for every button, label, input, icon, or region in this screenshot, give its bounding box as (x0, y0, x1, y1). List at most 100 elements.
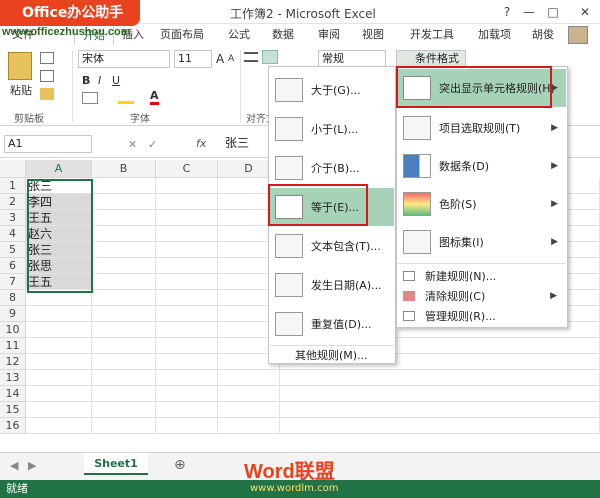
column-header[interactable]: A (26, 160, 92, 178)
add-sheet-button[interactable]: ⊕ (174, 457, 186, 473)
tab-view[interactable]: 视图 (362, 26, 384, 42)
cell[interactable] (92, 322, 156, 338)
cell[interactable] (92, 178, 156, 194)
cell[interactable] (26, 402, 92, 418)
cell[interactable] (92, 290, 156, 306)
tab-page-layout[interactable]: 页面布局 (160, 26, 204, 42)
grow-font-button[interactable]: A (216, 52, 224, 66)
tab-data[interactable]: 数据 (272, 26, 294, 42)
cell[interactable] (92, 370, 156, 386)
cell[interactable] (156, 386, 218, 402)
row-header[interactable]: 6 (0, 258, 26, 274)
row-header[interactable]: 14 (0, 386, 26, 402)
row-header[interactable]: 1 (0, 178, 26, 194)
column-header[interactable]: B (92, 160, 156, 178)
row-header[interactable]: 3 (0, 210, 26, 226)
cell[interactable] (26, 306, 92, 322)
cell[interactable] (156, 402, 218, 418)
tab-addins[interactable]: 加载项 (478, 26, 511, 42)
menu-item-greater-than[interactable]: 大于(G)... (270, 71, 394, 109)
cell[interactable] (156, 210, 218, 226)
cell[interactable] (26, 386, 92, 402)
cell[interactable] (280, 418, 600, 434)
cell[interactable] (92, 354, 156, 370)
cell[interactable] (218, 386, 280, 402)
menu-item-clear-rules[interactable]: 清除规则(C) ▶ (403, 287, 565, 305)
menu-item-between[interactable]: 介于(B)... (270, 149, 394, 187)
align-middle-icon[interactable] (262, 50, 278, 64)
shrink-font-button[interactable]: A (228, 54, 234, 64)
cell[interactable] (218, 402, 280, 418)
cell[interactable] (156, 194, 218, 210)
cell[interactable] (26, 322, 92, 338)
cell[interactable] (26, 338, 92, 354)
row-header[interactable]: 10 (0, 322, 26, 338)
cell[interactable]: 王五 (26, 210, 92, 226)
cell[interactable] (92, 338, 156, 354)
cut-icon[interactable] (40, 52, 54, 64)
cell[interactable] (280, 370, 600, 386)
cell[interactable] (26, 354, 92, 370)
cell[interactable] (92, 242, 156, 258)
cell[interactable] (156, 418, 218, 434)
cell[interactable]: 张三 (26, 242, 92, 258)
menu-item-manage-rules[interactable]: 管理规则(R)... (403, 307, 496, 325)
row-header[interactable]: 15 (0, 402, 26, 418)
row-header[interactable]: 9 (0, 306, 26, 322)
cell[interactable]: 王五 (26, 274, 92, 290)
cell[interactable] (156, 178, 218, 194)
cell[interactable] (92, 386, 156, 402)
menu-item-data-bars[interactable]: 数据条(D) ▶ (398, 147, 566, 185)
cell[interactable] (156, 338, 218, 354)
cell[interactable]: 张三 (26, 178, 92, 194)
row-header[interactable]: 8 (0, 290, 26, 306)
cell[interactable] (92, 418, 156, 434)
row-header[interactable]: 4 (0, 226, 26, 242)
cell[interactable] (26, 418, 92, 434)
cell[interactable]: 张思 (26, 258, 92, 274)
tab-formulas[interactable]: 公式 (228, 26, 250, 42)
cancel-icon[interactable]: ✕ (128, 138, 137, 151)
cell[interactable] (26, 370, 92, 386)
scroll-right-icon[interactable]: ▶ (28, 459, 36, 472)
italic-button[interactable]: I (98, 74, 101, 87)
row-header[interactable]: 5 (0, 242, 26, 258)
sheet-tab-sheet1[interactable]: Sheet1 (84, 453, 148, 475)
font-name-select[interactable]: 宋体 (78, 50, 170, 68)
menu-item-text-contains[interactable]: 文本包含(T)... (270, 227, 394, 265)
bold-button[interactable]: B (82, 74, 90, 87)
cell[interactable] (156, 370, 218, 386)
menu-item-less-than[interactable]: 小于(L)... (270, 110, 394, 148)
cell[interactable] (92, 226, 156, 242)
select-all-corner[interactable] (0, 160, 26, 178)
row-header[interactable]: 11 (0, 338, 26, 354)
menu-item-new-rule[interactable]: 新建规则(N)... (403, 267, 496, 285)
formula-input[interactable]: 张三 (222, 135, 272, 153)
row-header[interactable]: 12 (0, 354, 26, 370)
cell[interactable] (92, 306, 156, 322)
cell[interactable] (156, 242, 218, 258)
menu-item-date-occurring[interactable]: 发生日期(A)... (270, 266, 394, 304)
cell[interactable] (26, 290, 92, 306)
help-button[interactable]: ? (496, 3, 518, 21)
copy-icon[interactable] (40, 70, 54, 82)
cell[interactable] (156, 354, 218, 370)
enter-icon[interactable]: ✓ (148, 138, 157, 151)
tab-developer[interactable]: 开发工具 (410, 26, 454, 42)
cell[interactable]: 李四 (26, 194, 92, 210)
borders-icon[interactable] (82, 92, 98, 104)
cell[interactable] (156, 306, 218, 322)
align-top-icon[interactable] (244, 52, 258, 62)
cell[interactable] (156, 322, 218, 338)
menu-item-duplicate-values[interactable]: 重复值(D)... (270, 305, 394, 343)
paste-icon[interactable] (8, 52, 32, 80)
cell[interactable] (280, 402, 600, 418)
tab-review[interactable]: 审阅 (318, 26, 340, 42)
row-header[interactable]: 16 (0, 418, 26, 434)
cell[interactable] (92, 258, 156, 274)
column-header[interactable]: C (156, 160, 218, 178)
format-painter-icon[interactable] (40, 88, 54, 100)
cell[interactable] (156, 290, 218, 306)
cell[interactable] (92, 274, 156, 290)
menu-item-icon-sets[interactable]: 图标集(I) ▶ (398, 223, 566, 261)
